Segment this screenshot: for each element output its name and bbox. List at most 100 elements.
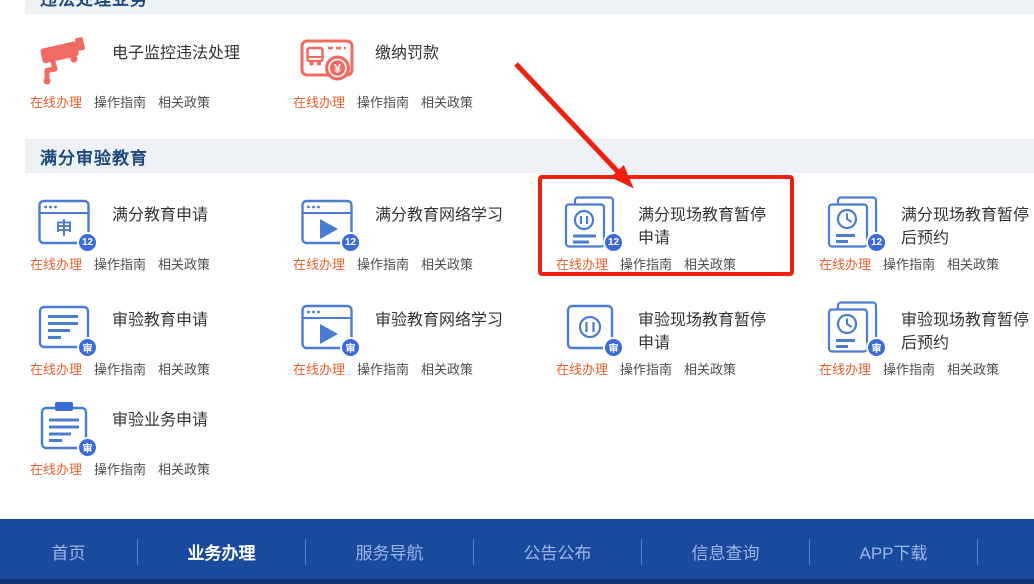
pages-clock-icon: 12 [825, 194, 881, 250]
nav-item-service-navigation[interactable]: 服务导航 [306, 539, 473, 564]
nav-item-cutoff[interactable]: 办 [978, 539, 1034, 564]
service-links: 在线办理 操作指南 相关政策 [30, 92, 293, 111]
section-header-illegal-processing: 违法处理业务 [25, 0, 1034, 14]
badge-review: 审 [77, 437, 98, 458]
operation-guide-link[interactable]: 操作指南 [94, 92, 146, 111]
online-handle-link[interactable]: 在线办理 [556, 359, 608, 378]
badge-review: 审 [866, 337, 887, 358]
related-policy-link[interactable]: 相关政策 [158, 254, 210, 273]
square-pause-icon: 审 [562, 299, 618, 355]
operation-guide-link[interactable]: 操作指南 [94, 254, 146, 273]
service-item-full-score-online-learning: 12 满分教育网络学习 在线办理 操作指南 相关政策 [293, 192, 556, 273]
nav-item-home[interactable]: 首页 [0, 539, 137, 564]
online-handle-link[interactable]: 在线办理 [293, 92, 345, 111]
online-handle-link[interactable]: 在线办理 [293, 359, 345, 378]
operation-guide-link[interactable]: 操作指南 [357, 359, 409, 378]
business-services-page: 违法处理业务 电子监控违法处理 [0, 0, 1034, 584]
shen-apply-glyph: 申 [56, 218, 73, 238]
online-handle-link[interactable]: 在线办理 [556, 254, 608, 273]
browser-play-icon: 12 [299, 194, 355, 250]
service-links: 在线办理 操作指南 相关政策 [819, 254, 1034, 273]
pages-pause-icon: 12 [562, 194, 618, 250]
service-title: 满分教育申请 [112, 204, 247, 227]
service-links: 在线办理 操作指南 相关政策 [556, 359, 819, 378]
service-title: 审验现场教育暂停申请 [638, 309, 773, 355]
service-item-full-score-onsite-pause-apply: 12 满分现场教育暂停申请 在线办理 操作指南 相关政策 [556, 192, 819, 273]
service-title: 缴纳罚款 [375, 42, 510, 65]
online-handle-link[interactable]: 在线办理 [293, 254, 345, 273]
service-title: 满分现场教育暂停申请 [638, 204, 773, 250]
badge-count: 12 [77, 232, 98, 253]
grid-row-2: 审 审验教育申请 在线办理 操作指南 相关政策 审 [30, 297, 1034, 378]
service-links: 在线办理 操作指南 相关政策 [556, 254, 819, 273]
related-policy-link[interactable]: 相关政策 [158, 459, 210, 478]
badge-review: 审 [77, 337, 98, 358]
service-links: 在线办理 操作指南 相关政策 [30, 359, 293, 378]
grid-row-1: 申 12 满分教育申请 在线办理 操作指南 相关政策 [30, 192, 1034, 273]
badge-count: 12 [603, 232, 624, 253]
related-policy-link[interactable]: 相关政策 [421, 254, 473, 273]
nav-bottom-strip [0, 579, 1034, 584]
related-policy-link[interactable]: 相关政策 [421, 92, 473, 111]
related-policy-link[interactable]: 相关政策 [684, 254, 736, 273]
bottom-navbar: 首页 业务办理 服务导航 公告公布 信息查询 APP下载 办 [0, 519, 1034, 584]
service-item-review-business-apply: 审 审验业务申请 在线办理 操作指南 相关政策 [30, 397, 293, 478]
service-item-full-score-onsite-pause-reserve: 12 满分现场教育暂停后预约 在线办理 操作指南 相关政策 [819, 192, 1034, 273]
service-title: 满分教育网络学习 [375, 204, 510, 227]
nav-item-info-query[interactable]: 信息查询 [642, 539, 809, 564]
operation-guide-link[interactable]: 操作指南 [94, 359, 146, 378]
operation-guide-link[interactable]: 操作指南 [883, 359, 935, 378]
related-policy-link[interactable]: 相关政策 [158, 359, 210, 378]
service-title: 审验业务申请 [112, 409, 247, 432]
related-policy-link[interactable]: 相关政策 [947, 359, 999, 378]
operation-guide-link[interactable]: 操作指南 [620, 254, 672, 273]
pages-clock-icon: 审 [825, 299, 881, 355]
operation-guide-link[interactable]: 操作指南 [883, 254, 935, 273]
browser-play-icon: 审 [299, 299, 355, 355]
service-item-review-onsite-pause-apply: 审 审验现场教育暂停申请 在线办理 操作指南 相关政策 [556, 297, 819, 378]
related-policy-link[interactable]: 相关政策 [947, 254, 999, 273]
online-handle-link[interactable]: 在线办理 [30, 254, 82, 273]
service-title: 审验教育网络学习 [375, 309, 510, 332]
operation-guide-link[interactable]: 操作指南 [357, 254, 409, 273]
service-links: 在线办理 操作指南 相关政策 [293, 92, 556, 111]
service-links: 在线办理 操作指南 相关政策 [293, 359, 556, 378]
operation-guide-link[interactable]: 操作指南 [94, 459, 146, 478]
service-links: 在线办理 操作指南 相关政策 [293, 254, 556, 273]
service-item-pay-fine: ¥ 缴纳罚款 在线办理 操作指南 相关政策 [293, 30, 556, 111]
badge-count: 12 [866, 232, 887, 253]
nav-item-business-handling[interactable]: 业务办理 [138, 539, 305, 564]
clipboard-lines-icon: 审 [36, 399, 92, 455]
service-item-full-score-education-apply: 申 12 满分教育申请 在线办理 操作指南 相关政策 [30, 192, 293, 273]
service-item-electronic-monitoring: 电子监控违法处理 在线办理 操作指南 相关政策 [30, 30, 293, 111]
online-handle-link[interactable]: 在线办理 [819, 254, 871, 273]
browser-apply-icon: 申 12 [36, 194, 92, 250]
service-item-review-education-apply: 审 审验教育申请 在线办理 操作指南 相关政策 [30, 297, 293, 378]
operation-guide-link[interactable]: 操作指南 [620, 359, 672, 378]
nav-item-announcements[interactable]: 公告公布 [474, 539, 641, 564]
badge-review: 审 [603, 337, 624, 358]
online-handle-link[interactable]: 在线办理 [30, 359, 82, 378]
surveillance-camera-icon [36, 32, 92, 88]
yuan-symbol: ¥ [334, 61, 342, 76]
online-handle-link[interactable]: 在线办理 [819, 359, 871, 378]
payment-card-icon: ¥ [299, 32, 355, 88]
section-title: 满分审验教育 [40, 144, 148, 169]
related-policy-link[interactable]: 相关政策 [158, 92, 210, 111]
operation-guide-link[interactable]: 操作指南 [357, 92, 409, 111]
section-header-fullscore-review-education: 满分审验教育 [25, 139, 1034, 173]
service-links: 在线办理 操作指南 相关政策 [30, 254, 293, 273]
online-handle-link[interactable]: 在线办理 [30, 92, 82, 111]
document-lines-icon: 审 [36, 299, 92, 355]
online-handle-link[interactable]: 在线办理 [30, 459, 82, 478]
service-links: 在线办理 操作指南 相关政策 [30, 459, 293, 478]
service-links: 在线办理 操作指南 相关政策 [819, 359, 1034, 378]
service-item-review-online-learning: 审 审验教育网络学习 在线办理 操作指南 相关政策 [293, 297, 556, 378]
nav-item-app-download[interactable]: APP下载 [810, 539, 977, 564]
service-title: 电子监控违法处理 [112, 42, 247, 65]
service-item-review-onsite-pause-reserve: 审 审验现场教育暂停后预约 在线办理 操作指南 相关政策 [819, 297, 1034, 378]
badge-review: 审 [340, 337, 361, 358]
related-policy-link[interactable]: 相关政策 [684, 359, 736, 378]
related-policy-link[interactable]: 相关政策 [421, 359, 473, 378]
grid-row-3: 审 审验业务申请 在线办理 操作指南 相关政策 [30, 397, 293, 478]
